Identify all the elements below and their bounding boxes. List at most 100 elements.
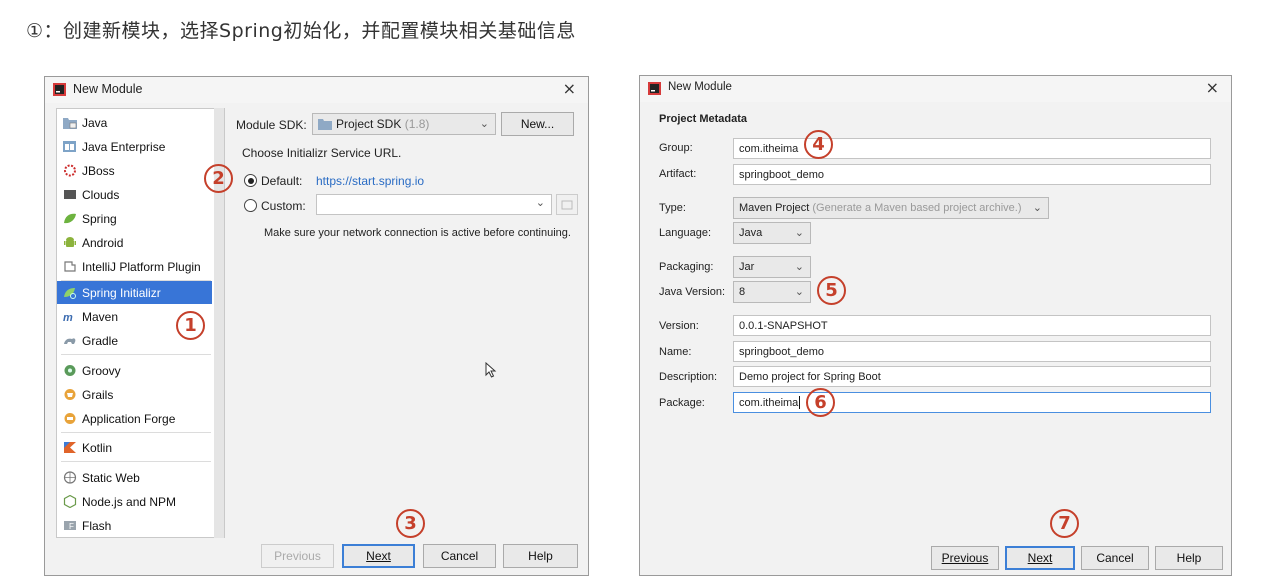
artifact-field[interactable]: springboot_demo [733, 164, 1211, 185]
previous-button[interactable]: Previous [261, 544, 334, 568]
next-button[interactable]: Next [1005, 546, 1075, 570]
grails-icon [63, 388, 77, 401]
language-value: Java [739, 227, 763, 239]
project-type-java-enterprise[interactable]: Java Enterprise [57, 135, 212, 158]
help-button[interactable]: Help [503, 544, 578, 568]
project-type-spring-initializr[interactable]: Spring Initializr [57, 281, 212, 304]
project-type-spring[interactable]: Spring [57, 207, 212, 230]
type-hint: (Generate a Maven based project archive.… [812, 202, 1022, 214]
project-type-nodejs-npm[interactable]: Node.js and NPM [57, 490, 212, 513]
name-label: Name: [659, 346, 692, 358]
step-marker-7: 7 [1050, 509, 1079, 538]
list-item-label: Application Forge [82, 411, 176, 426]
dialog-title: New Module [668, 81, 732, 93]
list-item-label: Kotlin [82, 440, 113, 455]
previous-button[interactable]: Previous [931, 546, 999, 570]
project-type-intellij-platform-plugin[interactable]: IntelliJ Platform Plugin [57, 255, 212, 278]
language-select[interactable]: Java ⌄ [733, 222, 811, 244]
intellij-app-icon [53, 83, 66, 96]
list-item-label: JBoss [82, 163, 115, 178]
group-value: com.itheima [739, 142, 799, 155]
project-type-application-forge[interactable]: Application Forge [57, 407, 212, 430]
list-divider [61, 432, 211, 433]
mouse-cursor-icon [485, 362, 497, 378]
step-marker-6: 6 [806, 388, 835, 417]
nodejs-icon [63, 494, 77, 509]
project-type-kotlin[interactable]: Kotlin [57, 436, 212, 459]
page-heading: ①：创建新模块，选择Spring初始化，并配置模块相关基础信息 [26, 20, 576, 42]
service-url-label: Choose Initializr Service URL. [242, 146, 402, 160]
project-type-jboss[interactable]: JBoss [57, 159, 212, 182]
edit-icon [561, 200, 573, 209]
gradle-icon [63, 334, 77, 347]
sdk-version: (1.8) [404, 117, 430, 131]
cancel-button[interactable]: Cancel [423, 544, 496, 568]
packaging-value: Jar [739, 261, 755, 273]
custom-url-browse-button[interactable] [556, 194, 578, 215]
close-icon[interactable]: × [1206, 78, 1219, 97]
group-label: Group: [659, 142, 693, 154]
text-caret [799, 396, 801, 409]
custom-url-label: Custom: [261, 199, 306, 213]
intellij-app-icon [648, 82, 661, 95]
chevron-down-icon: ⌄ [794, 286, 804, 298]
cancel-button[interactable]: Cancel [1081, 546, 1149, 570]
chevron-down-icon: ⌄ [794, 261, 804, 273]
java-folder-icon [63, 116, 77, 129]
jboss-icon [63, 164, 77, 177]
close-icon[interactable]: × [563, 79, 576, 98]
new-sdk-button[interactable]: New... [501, 112, 574, 136]
clouds-icon [63, 188, 77, 201]
module-sdk-select[interactable]: Project SDK (1.8) ⌄ [312, 113, 496, 135]
project-type-grails[interactable]: Grails [57, 383, 212, 406]
svg-text:F: F [69, 522, 74, 531]
new-module-dialog-type-selection: New Module × Java Java Enterprise JBoss … [44, 76, 589, 576]
project-type-java[interactable]: Java [57, 111, 212, 134]
packaging-select[interactable]: Jar ⌄ [733, 256, 811, 278]
version-field[interactable]: 0.0.1-SNAPSHOT [733, 315, 1211, 336]
java-version-select[interactable]: 8 ⌄ [733, 281, 811, 303]
dialog-titlebar: New Module × [45, 77, 588, 103]
flash-icon: F [63, 519, 77, 532]
chevron-down-icon: ⌄ [1032, 202, 1042, 214]
chevron-down-icon: ⌄ [794, 227, 804, 239]
artifact-label: Artifact: [659, 168, 697, 180]
list-item-label: Groovy [82, 363, 121, 378]
dialog-title: New Module [73, 82, 143, 96]
list-item-label: IntelliJ Platform Plugin [82, 259, 201, 274]
description-value: Demo project for Spring Boot [739, 370, 881, 383]
list-item-label: Spring [82, 211, 117, 226]
project-type-android[interactable]: Android [57, 231, 212, 254]
plugin-icon [63, 260, 77, 273]
package-field[interactable]: com.itheima [733, 392, 1211, 413]
name-value: springboot_demo [739, 345, 825, 358]
version-label: Version: [659, 320, 699, 332]
package-label: Package: [659, 397, 705, 409]
custom-url-radio[interactable] [244, 199, 257, 212]
spring-initializr-icon [63, 286, 77, 299]
project-type-flash[interactable]: F Flash [57, 514, 212, 537]
next-button[interactable]: Next [342, 544, 415, 568]
default-url-link[interactable]: https://start.spring.io [316, 174, 424, 188]
name-field[interactable]: springboot_demo [733, 341, 1211, 362]
list-item-label: Android [82, 235, 124, 250]
default-url-label: Default: [261, 174, 303, 188]
chevron-down-icon: ⌄ [535, 197, 545, 209]
sdk-folder-icon [318, 119, 332, 130]
help-button[interactable]: Help [1155, 546, 1223, 570]
packaging-label: Packaging: [659, 261, 714, 273]
project-type-clouds[interactable]: Clouds [57, 183, 212, 206]
step-marker-4: 4 [804, 130, 833, 159]
project-type-groovy[interactable]: Groovy [57, 359, 212, 382]
description-field[interactable]: Demo project for Spring Boot [733, 366, 1211, 387]
type-select[interactable]: Maven Project (Generate a Maven based pr… [733, 197, 1049, 219]
default-url-radio[interactable] [244, 174, 257, 187]
sdk-value: Project SDK [336, 117, 402, 131]
java-version-label: Java Version: [659, 286, 726, 298]
step-marker-5: 5 [817, 276, 846, 305]
list-item-label: Flash [82, 518, 112, 533]
step-marker-3: 3 [396, 509, 425, 538]
custom-url-input[interactable]: ⌄ [316, 194, 552, 215]
java-enterprise-icon [63, 140, 77, 153]
project-type-static-web[interactable]: Static Web [57, 466, 212, 489]
